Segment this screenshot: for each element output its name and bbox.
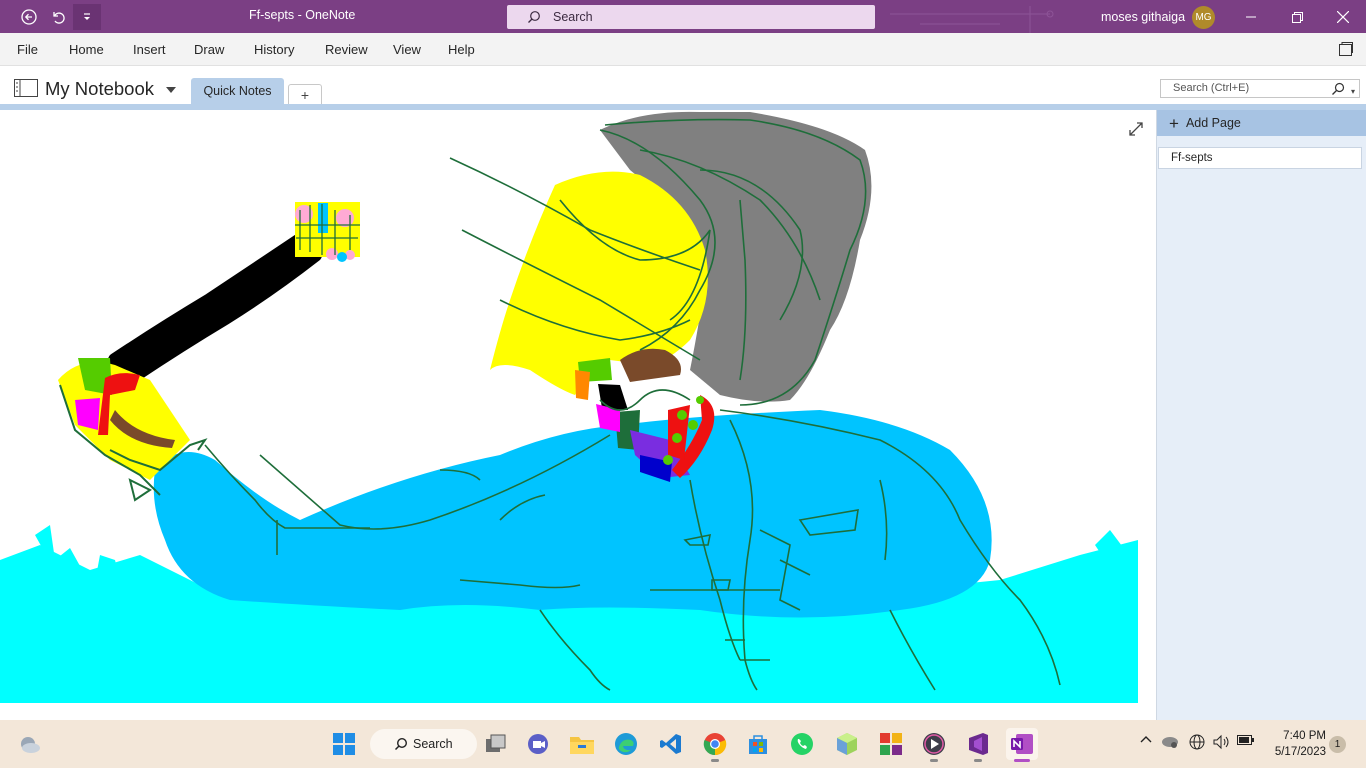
window-title: Ff-septs - OneNote [249,8,356,22]
chevron-up-icon[interactable] [1140,734,1152,746]
search-input[interactable]: Search (Ctrl+E) ▾ [1160,79,1360,98]
avatar[interactable]: MG [1192,6,1215,29]
menu-file[interactable]: File [17,42,38,57]
undo-icon [53,12,65,24]
minimize-button[interactable] [1228,4,1274,30]
cube-app-button[interactable] [831,728,863,760]
clock-time: 7:40 PM [1283,730,1326,742]
task-view-icon [486,734,506,752]
close-icon [1337,11,1349,23]
chrome-icon [703,733,727,756]
menu-bar: File Home Insert Draw History Review Vie… [0,33,1366,66]
menu-help[interactable]: Help [448,42,475,57]
start-button[interactable] [328,728,360,760]
add-section-button[interactable]: + [288,84,322,104]
back-button[interactable] [15,4,43,30]
whatsapp-icon [791,733,813,755]
system-clock[interactable]: 7:40 PM 5/17/2023 [1266,728,1326,760]
clock-date: 5/17/2023 [1274,746,1326,758]
add-page-label: Add Page [1185,116,1241,130]
whatsapp-button[interactable] [786,728,818,760]
restore-button[interactable] [1274,4,1320,30]
store-icon [749,735,767,754]
cube-app-icon [837,733,857,755]
file-explorer-icon [570,737,594,754]
page-list-pane: + Add Page Ff-septs [1156,110,1366,720]
notebook-icon[interactable] [14,79,38,97]
add-page-button[interactable]: + Add Page [1157,110,1366,136]
media-player-icon [923,733,945,755]
ink-arm [108,233,322,382]
onenote-button[interactable] [1006,728,1038,760]
language-globe-icon[interactable] [1189,734,1205,750]
close-button[interactable] [1320,4,1366,30]
menu-insert[interactable]: Insert [133,42,166,57]
notification-badge[interactable]: 1 [1329,736,1346,753]
titlebar-decoration [890,6,1054,33]
menu-home[interactable]: Home [69,42,104,57]
menu-history[interactable]: History [254,42,294,57]
vs-running-indicator [974,759,982,762]
ink-flower [295,202,360,262]
onenote-active-indicator [1014,759,1030,762]
ink-drawing[interactable] [0,110,1156,720]
onenote-icon [1011,734,1033,754]
task-view-button[interactable] [480,728,512,760]
menu-draw[interactable]: Draw [194,42,224,57]
plus-icon: + [1169,113,1179,133]
taskbar-search[interactable]: Search [370,729,477,759]
user-name: moses githaiga [1101,10,1186,24]
restore-icon [1291,11,1303,23]
notebook-name[interactable]: My Notebook [45,78,154,100]
magnifier-icon [1332,82,1345,95]
weather-cloud-icon [21,737,40,753]
notebook-bar: My Notebook Quick Notes + Search (Ctrl+E… [0,66,1366,104]
expand-icon[interactable] [1128,121,1144,137]
edge-icon [615,733,637,755]
teams-button[interactable] [523,728,555,760]
chrome-running-indicator [711,759,719,762]
menu-view[interactable]: View [393,42,421,57]
search-icon [394,737,408,751]
search-scope-dropdown-icon[interactable]: ▾ [1351,83,1355,100]
vscode-icon [660,734,681,754]
media-running-indicator [930,759,938,762]
search-placeholder: Search (Ctrl+E) [1173,82,1250,94]
weather-widget[interactable] [13,728,45,760]
vscode-button[interactable] [655,728,687,760]
quick-access-dropdown-icon [84,13,90,20]
chevron-down-icon[interactable] [166,87,176,93]
quick-access-button[interactable] [73,4,101,30]
page-canvas[interactable] [0,110,1156,720]
undo-button[interactable] [44,4,72,30]
edge-button[interactable] [610,728,642,760]
search-icon [528,11,540,23]
title-search-box[interactable]: Search [507,5,875,29]
taskbar: Search 7:40 PM 5/17/2023 1 [0,720,1366,768]
page-item-ff-septs[interactable]: Ff-septs [1158,147,1362,169]
title-search-placeholder: Search [553,10,593,24]
grid-app-icon [880,733,902,755]
start-icon [333,733,355,755]
menu-review[interactable]: Review [325,42,368,57]
onedrive-icon[interactable] [1161,734,1179,748]
minimize-icon [1246,16,1256,18]
tab-quick-notes[interactable]: Quick Notes [191,78,284,104]
volume-icon[interactable] [1213,734,1231,750]
visual-studio-button[interactable] [962,728,994,760]
grid-app-button[interactable] [875,728,907,760]
title-bar: Ff-septs - OneNote Search moses githaiga… [0,0,1366,33]
back-arrow-icon [21,9,37,25]
media-player-button[interactable] [918,728,950,760]
chrome-button[interactable] [699,728,731,760]
teams-icon [528,734,548,754]
battery-icon[interactable] [1237,734,1255,746]
file-explorer-button[interactable] [566,728,598,760]
visual-studio-icon [969,733,988,755]
taskbar-search-label: Search [413,737,453,751]
ribbon-toggle-icon[interactable] [1338,41,1354,57]
store-button[interactable] [742,728,774,760]
